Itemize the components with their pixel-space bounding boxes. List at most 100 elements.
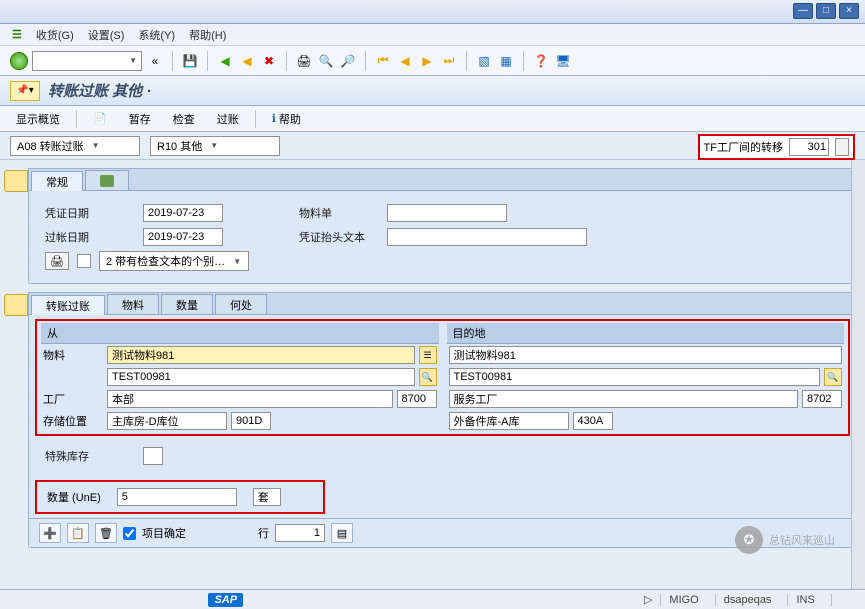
status-expand-icon[interactable]: ▷	[644, 593, 652, 606]
from-plant-name[interactable]	[107, 390, 393, 408]
item-ok-checkbox[interactable]	[123, 527, 136, 540]
to-material-desc[interactable]	[449, 368, 821, 386]
doc-date-input[interactable]	[143, 204, 223, 222]
from-sloc-name[interactable]	[107, 412, 227, 430]
status-extra	[831, 594, 857, 606]
post-date-input[interactable]	[143, 228, 223, 246]
to-plant-code[interactable]	[802, 390, 842, 408]
from-column: 从 物料 ☰ 🔍 工厂	[37, 321, 443, 434]
from-sloc-code[interactable]	[231, 412, 271, 430]
status-bar: SAP ▷ MIGO dsapeqas INS	[0, 589, 865, 609]
watermark: ✪ 总钻风来巡山	[735, 526, 835, 554]
watermark-text: 总钻风来巡山	[769, 532, 835, 548]
menu-settings[interactable]: 设置(S)	[88, 27, 125, 43]
nav-exit-icon[interactable]: ◀	[238, 52, 256, 70]
ref-combo-value: R10 其他	[157, 138, 202, 154]
tab-material[interactable]: 物料	[107, 294, 159, 314]
item-copy-icon[interactable]: 📋	[67, 523, 89, 543]
tab-material-label: 物料	[122, 297, 144, 313]
from-material-label: 物料	[43, 347, 103, 363]
hold-button[interactable]: 暂存	[123, 109, 157, 129]
find-next-icon[interactable]: 🔎	[339, 52, 357, 70]
line-nav-icon[interactable]: ▤	[331, 523, 353, 543]
to-material-input[interactable]	[449, 346, 843, 364]
minimize-button[interactable]: —	[793, 3, 813, 19]
text-option-combo[interactable]: 2 带有检查文本的个别…	[99, 251, 249, 271]
close-button[interactable]: ×	[839, 3, 859, 19]
action-selector-row: A08 转账过账 R10 其他 TF工厂间的转移	[0, 132, 865, 160]
from-material-search-icon[interactable]: ☰	[419, 346, 437, 364]
check-button[interactable]: 检查	[167, 109, 201, 129]
doc-header-text-input[interactable]	[387, 228, 587, 246]
action-combo[interactable]: A08 转账过账	[10, 136, 140, 156]
to-column: 目的地 🔍	[443, 321, 849, 434]
from-material-input[interactable]	[107, 346, 415, 364]
post-button[interactable]: 过账	[211, 109, 245, 129]
from-plant-code[interactable]	[397, 390, 437, 408]
movement-type-input[interactable]	[789, 138, 829, 156]
maximize-button[interactable]: □	[816, 3, 836, 19]
to-sloc-code[interactable]	[573, 412, 613, 430]
material-slip-input[interactable]	[387, 204, 507, 222]
new-session-icon[interactable]: ▧	[475, 52, 493, 70]
from-desc-search-icon[interactable]: 🔍	[419, 368, 437, 386]
show-overview-button[interactable]: 显示概览	[10, 109, 66, 129]
to-sloc-name[interactable]	[449, 412, 569, 430]
movement-type-help-button[interactable]	[835, 138, 849, 156]
shortcut-icon[interactable]: ▦	[497, 52, 515, 70]
menu-help[interactable]: 帮助(H)	[189, 27, 226, 43]
next-page-icon[interactable]: ▶	[418, 52, 436, 70]
print-checkbox[interactable]	[77, 254, 91, 268]
tab-quantity-label: 数量	[176, 297, 198, 313]
item-delete-icon[interactable]: 🗑	[95, 523, 117, 543]
doc-header-text-label: 凭证抬头文本	[299, 229, 379, 245]
from-plant-label: 工厂	[43, 391, 103, 407]
vertical-scrollbar[interactable]	[851, 160, 865, 589]
save-icon[interactable]: 💾	[181, 52, 199, 70]
last-page-icon[interactable]: ⏭	[440, 52, 458, 70]
print-button[interactable]: 🖨	[45, 252, 69, 270]
tab-where[interactable]: 何处	[215, 294, 267, 314]
item-folder-icon[interactable]	[4, 294, 28, 316]
new-doc-icon[interactable]: 📄	[87, 110, 113, 127]
nav-back-icon[interactable]: ◀	[216, 52, 234, 70]
back-icon[interactable]: «	[146, 52, 164, 70]
quantity-label: 数量 (UnE)	[47, 489, 101, 505]
pin-icon[interactable]: 📌▾	[10, 81, 40, 101]
layout-icon[interactable]: 🖥	[554, 52, 572, 70]
print-icon[interactable]: 🖨	[295, 52, 313, 70]
tab-transfer-label: 转账过账	[46, 298, 90, 314]
tab-user[interactable]	[85, 170, 129, 190]
line-input[interactable]	[275, 524, 325, 542]
ref-combo[interactable]: R10 其他	[150, 136, 280, 156]
tab-general[interactable]: 常规	[31, 171, 83, 191]
first-page-icon[interactable]: ⏮	[374, 52, 392, 70]
page-title: 转账过账 其他 ·	[48, 80, 151, 101]
tab-transfer[interactable]: 转账过账	[31, 295, 105, 315]
sap-logo: SAP	[208, 593, 243, 607]
status-tcode: MIGO	[660, 594, 706, 606]
help-icon[interactable]: ❓	[532, 52, 550, 70]
quantity-unit[interactable]	[253, 488, 281, 506]
to-desc-search-icon[interactable]: 🔍	[824, 368, 842, 386]
menu-system[interactable]: 系统(Y)	[138, 27, 175, 43]
enter-icon[interactable]	[10, 52, 28, 70]
tab-quantity[interactable]: 数量	[161, 294, 213, 314]
header-folder-icon[interactable]	[4, 170, 28, 192]
from-material-desc[interactable]	[107, 368, 415, 386]
menu-goods-receipt[interactable]: 收货(G)	[36, 27, 74, 43]
command-field[interactable]	[32, 51, 142, 71]
to-plant-name[interactable]	[449, 390, 799, 408]
item-add-icon[interactable]: ➕	[39, 523, 61, 543]
special-stock-input[interactable]	[143, 447, 163, 465]
find-icon[interactable]: 🔍	[317, 52, 335, 70]
movement-type-label: TF工厂间的转移	[704, 139, 783, 155]
quantity-input[interactable]	[117, 488, 237, 506]
nav-cancel-icon[interactable]: ✖	[260, 52, 278, 70]
movement-type-box: TF工厂间的转移	[698, 134, 855, 160]
body-area: 常规 凭证日期 物料单 过帐日期 凭证抬头文本	[0, 160, 865, 589]
prev-page-icon[interactable]: ◀	[396, 52, 414, 70]
special-stock-label: 特殊库存	[45, 448, 135, 464]
to-header: 目的地	[447, 323, 845, 344]
help-button[interactable]: ℹ帮助	[266, 109, 307, 129]
